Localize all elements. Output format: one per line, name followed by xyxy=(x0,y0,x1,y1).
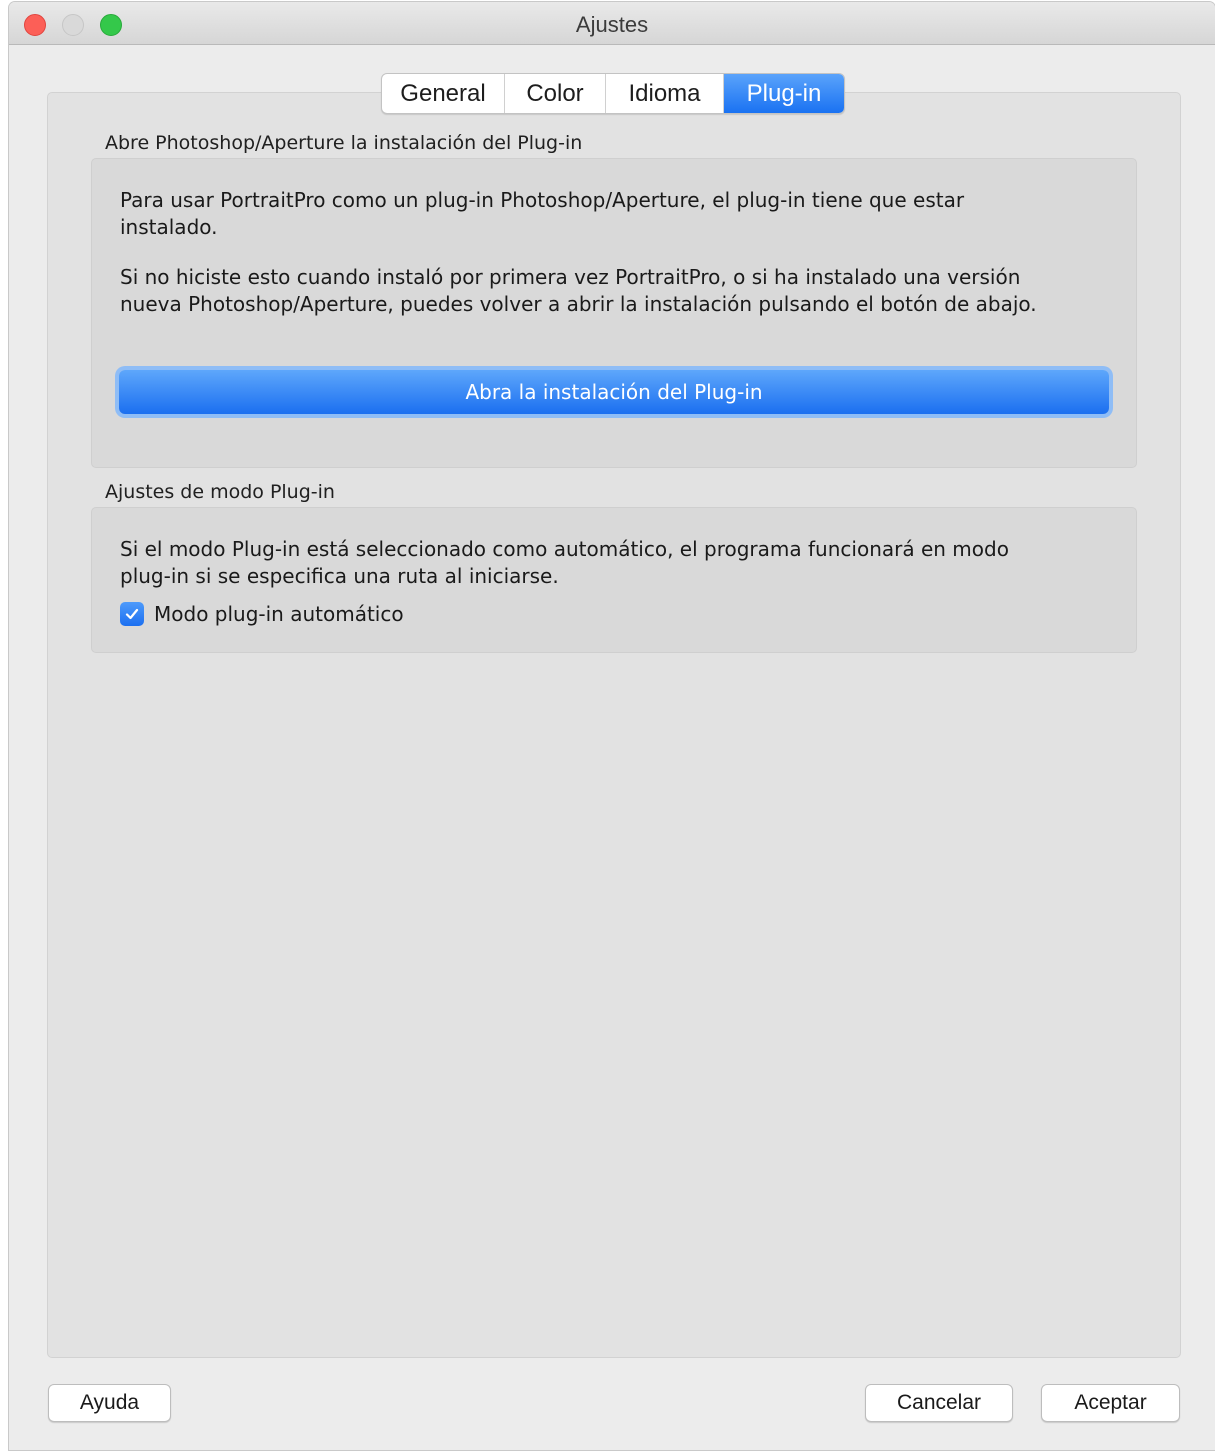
window-title: Ajustes xyxy=(575,12,649,37)
help-button[interactable]: Ayuda xyxy=(48,1384,171,1422)
tab-idioma[interactable]: Idioma xyxy=(606,74,724,113)
auto-plugin-mode-label: Modo plug-in automático xyxy=(154,602,404,626)
mode-section-label: Ajustes de modo Plug-in xyxy=(105,481,335,503)
auto-plugin-mode-checkbox[interactable] xyxy=(120,602,144,626)
accept-button[interactable]: Aceptar xyxy=(1041,1384,1180,1422)
install-paragraph-2: Si no hiciste esto cuando instaló por pr… xyxy=(120,265,1037,316)
cancel-button[interactable]: Cancelar xyxy=(865,1384,1013,1422)
checkmark-icon xyxy=(125,608,139,620)
tab-plug-in[interactable]: Plug-in xyxy=(724,74,844,113)
open-plugin-installer-button[interactable]: Abra la instalación del Plug-in xyxy=(119,370,1109,414)
tab-color[interactable]: Color xyxy=(505,74,606,113)
mode-paragraph: Si el modo Plug-in está seleccionado com… xyxy=(120,537,1009,588)
preferences-window: Ajustes General Color Idioma Plug-in Abr… xyxy=(9,2,1215,1450)
auto-plugin-mode-option[interactable]: Modo plug-in automático xyxy=(120,602,404,626)
install-paragraph-1: Para usar PortraitPro como un plug-in Ph… xyxy=(120,188,965,239)
tab-general[interactable]: General xyxy=(382,74,505,113)
install-section-label: Abre Photoshop/Aperture la instalación d… xyxy=(105,132,583,154)
title-bar[interactable]: Ajustes xyxy=(9,2,1215,45)
tab-bar: General Color Idioma Plug-in xyxy=(381,73,845,114)
